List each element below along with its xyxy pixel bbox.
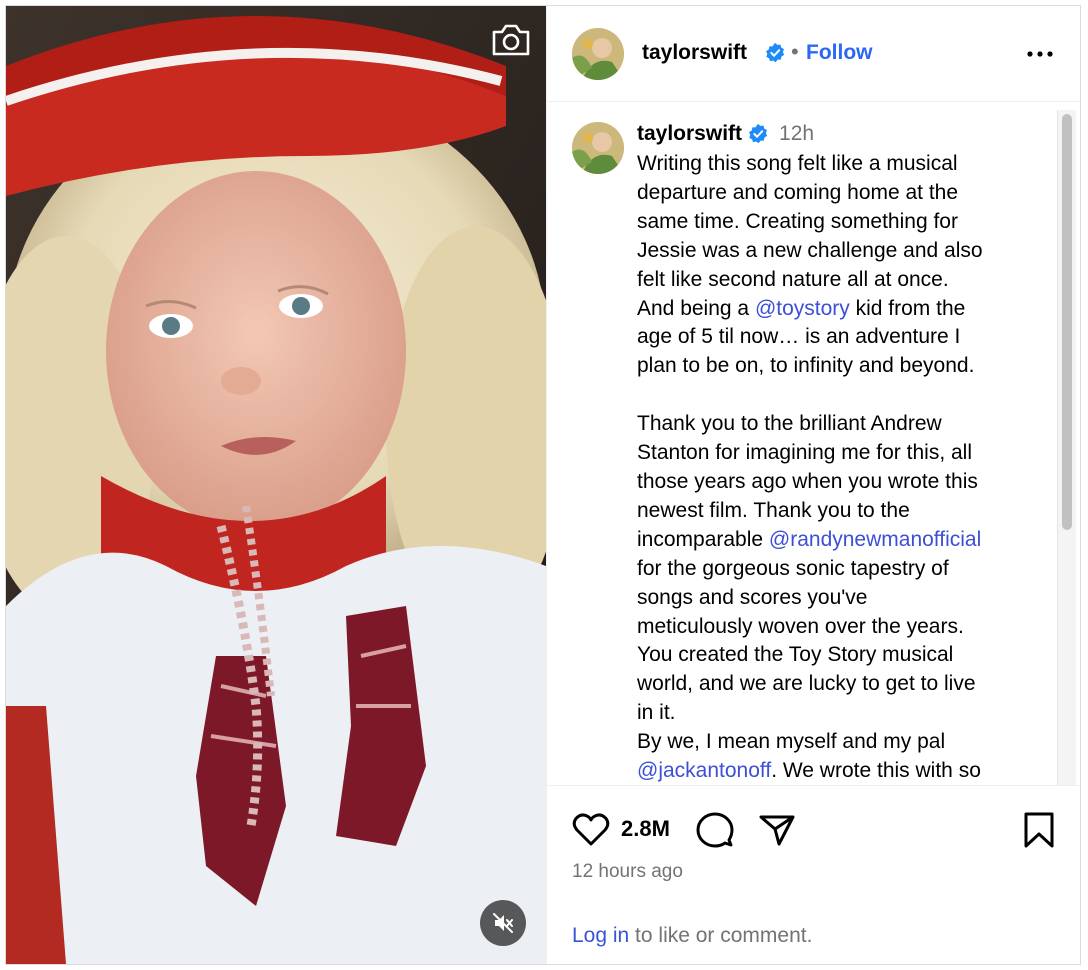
paper-plane-icon[interactable]	[757, 810, 797, 850]
caption-avatar[interactable]	[572, 122, 624, 174]
login-prompt: Log in to like or comment.	[572, 924, 812, 948]
caption-time: 12h	[779, 122, 815, 145]
post-panel: taylorswift • Follow taylorswift 12h Wri…	[546, 6, 1080, 964]
scrollbar-thumb[interactable]	[1062, 114, 1072, 530]
follow-button[interactable]: Follow	[806, 41, 873, 65]
likes-count[interactable]: 2.8M	[621, 816, 670, 842]
mention-link[interactable]: @toystory	[755, 297, 850, 320]
mention-link[interactable]: @jackantonoff	[637, 759, 771, 782]
caption-segment: kid from the age of 5 til now… is an adv…	[637, 296, 978, 551]
scrollbar[interactable]	[1057, 110, 1076, 785]
more-horizontal-icon[interactable]	[1025, 44, 1055, 64]
post-timestamp: 12 hours ago	[572, 861, 683, 882]
header-username[interactable]: taylorswift	[642, 41, 747, 65]
mention-link[interactable]: @randynewmanofficial	[769, 528, 981, 551]
post-photo	[6, 6, 546, 964]
heart-icon[interactable]	[571, 810, 611, 850]
comments-area[interactable]: taylorswift 12h Writing this song felt l…	[547, 102, 1080, 785]
post-dialog: taylorswift • Follow taylorswift 12h Wri…	[5, 5, 1081, 965]
camera-icon	[492, 24, 530, 56]
login-link[interactable]: Log in	[572, 924, 629, 947]
post-media[interactable]	[6, 6, 546, 964]
caption-segment: . We wrote this with so	[771, 759, 981, 783]
post-header: taylorswift • Follow	[547, 6, 1080, 102]
caption-segment: Writing this song felt like a musical de…	[637, 152, 983, 320]
verified-badge-icon	[749, 123, 768, 143]
caption-username[interactable]: taylorswift	[637, 122, 742, 145]
mute-button[interactable]	[480, 900, 526, 946]
bookmark-icon[interactable]	[1021, 810, 1057, 850]
comment-bubble-icon[interactable]	[695, 810, 735, 850]
avatar-image	[572, 28, 624, 80]
caption-segment: for the gorgeous sonic tapestry of songs…	[637, 556, 976, 754]
separator-dot: •	[791, 39, 799, 64]
verified-badge-icon	[766, 42, 785, 63]
avatar[interactable]	[572, 28, 624, 80]
caption-header: taylorswift 12h	[637, 122, 814, 146]
caption-text: Writing this song felt like a musical de…	[637, 150, 1037, 785]
login-suffix: to like or comment.	[629, 924, 813, 947]
avatar-image	[572, 122, 624, 174]
speaker-muted-icon	[493, 913, 513, 933]
actions-bar: 2.8M 12 hours ago Log in to like or comm…	[547, 785, 1080, 964]
